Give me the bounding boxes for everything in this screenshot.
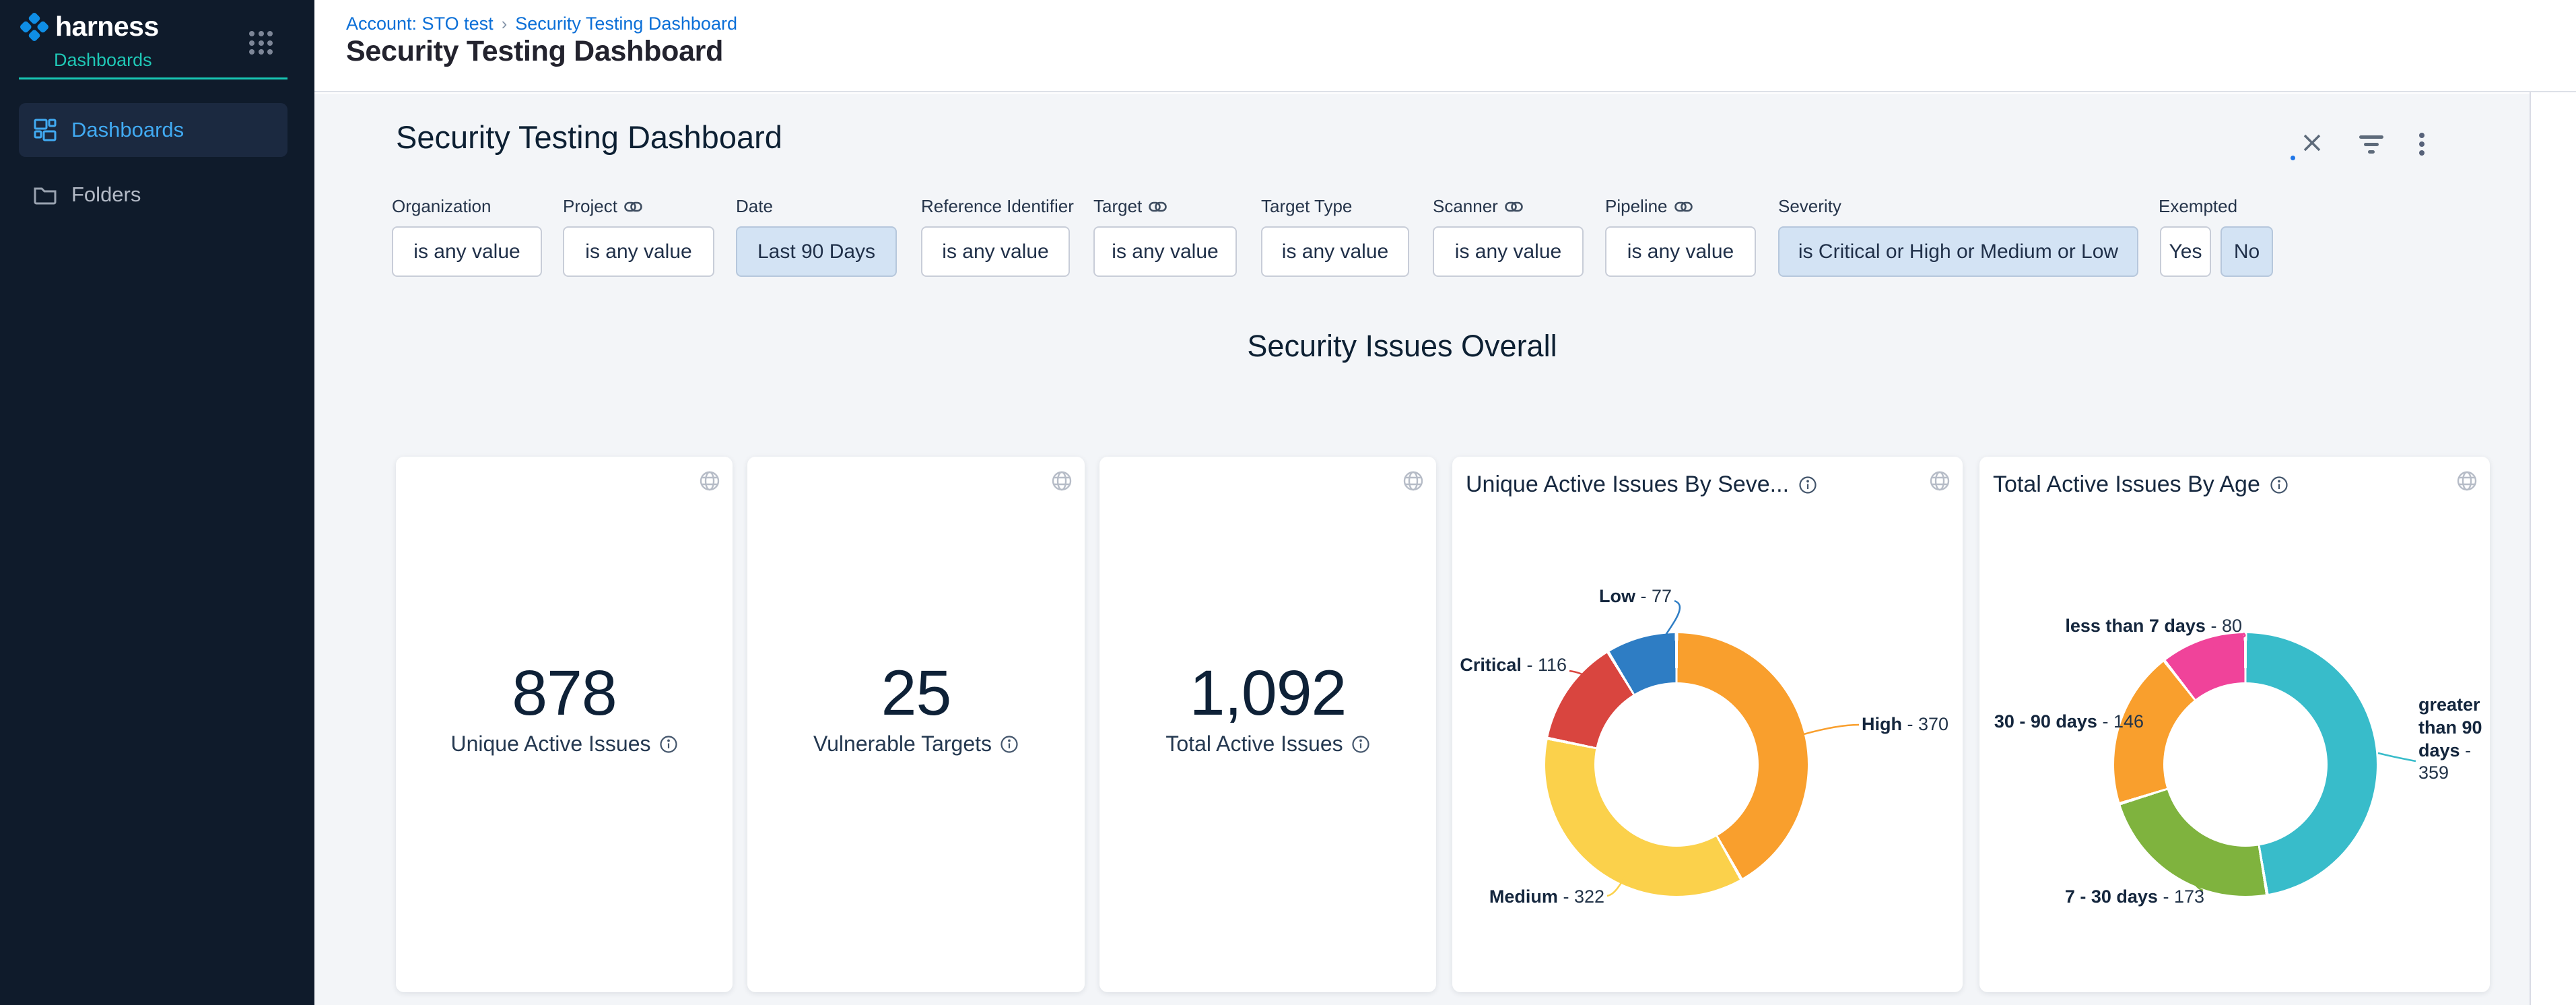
chart-title: Unique Active Issues By Seve... bbox=[1466, 472, 1817, 498]
right-gutter bbox=[2530, 0, 2576, 1005]
link-icon bbox=[1149, 201, 1167, 213]
callout-medium: Medium - 322 bbox=[1489, 886, 1604, 907]
globe-icon[interactable] bbox=[1051, 470, 1073, 495]
info-icon[interactable] bbox=[1000, 735, 1019, 754]
more-options-button[interactable] bbox=[2418, 133, 2425, 157]
stat-card-vulnerable-targets: 25 Vulnerable Targets bbox=[747, 457, 1085, 992]
filter-value-organization[interactable]: is any value bbox=[392, 226, 542, 277]
breadcrumb-chevron-icon: › bbox=[502, 13, 508, 34]
chart-title: Total Active Issues By Age bbox=[1993, 472, 2289, 498]
filter-value-target[interactable]: is any value bbox=[1093, 226, 1237, 277]
chart-card-issues-by-severity: Unique Active Issues By Seve... Low - 77… bbox=[1452, 457, 1963, 992]
stat-label: Vulnerable Targets bbox=[747, 732, 1085, 756]
filter-label-severity: Severity bbox=[1778, 196, 1841, 217]
stat-label: Total Active Issues bbox=[1099, 732, 1436, 756]
dashboard-title: Security Testing Dashboard bbox=[396, 119, 782, 156]
filter-value-scanner[interactable]: is any value bbox=[1433, 226, 1584, 277]
harness-logo-icon bbox=[19, 11, 50, 42]
module-grid-icon[interactable] bbox=[249, 31, 273, 55]
filter-value-reference-identifier[interactable]: is any value bbox=[921, 226, 1070, 277]
top-header: Account: STO test › Security Testing Das… bbox=[314, 0, 2576, 92]
filter-label-reference-identifier: Reference Identifier bbox=[921, 196, 1074, 217]
info-icon[interactable] bbox=[1351, 735, 1370, 754]
stat-card-unique-active-issues: 878 Unique Active Issues bbox=[396, 457, 733, 992]
filter-icon[interactable] bbox=[2359, 135, 2383, 154]
sidebar-item-dashboards[interactable]: Dashboards bbox=[19, 103, 287, 157]
exempted-yes-button[interactable]: Yes bbox=[2160, 226, 2211, 277]
filter-label-pipeline: Pipeline bbox=[1605, 196, 1693, 217]
breadcrumb-page-link[interactable]: Security Testing Dashboard bbox=[515, 13, 737, 34]
sidebar-accent-divider bbox=[19, 77, 287, 79]
stat-card-total-active-issues: 1,092 Total Active Issues bbox=[1099, 457, 1436, 992]
dashboards-icon bbox=[34, 119, 57, 141]
notification-dot bbox=[2291, 156, 2295, 160]
product-name: Dashboards bbox=[54, 50, 152, 71]
info-icon[interactable] bbox=[1798, 476, 1817, 494]
globe-icon[interactable] bbox=[2456, 470, 2478, 495]
sidebar: harness Dashboards Dashboards Folders bbox=[0, 0, 314, 1005]
dashboard-content: Security Testing Dashboard Organization … bbox=[314, 94, 2530, 1005]
callout-greater-than-90-days: greater than 90 days - 359 bbox=[2418, 694, 2494, 785]
harness-logo[interactable]: harness bbox=[19, 11, 159, 42]
stat-value: 25 bbox=[747, 657, 1085, 730]
exempted-no-button[interactable]: No bbox=[2221, 226, 2273, 277]
filter-label-target: Target bbox=[1093, 196, 1167, 217]
filter-label-date: Date bbox=[736, 196, 773, 217]
filter-label-target-type: Target Type bbox=[1261, 196, 1352, 217]
page-title: Security Testing Dashboard bbox=[346, 35, 723, 68]
callout-low: Low - 77 bbox=[1599, 586, 1672, 607]
folder-icon bbox=[34, 185, 57, 205]
stat-label: Unique Active Issues bbox=[396, 732, 733, 756]
link-icon bbox=[1505, 201, 1523, 213]
filter-label-organization: Organization bbox=[392, 196, 491, 217]
callout-7-30-days: 7 - 30 days - 173 bbox=[2065, 886, 2204, 907]
filter-value-pipeline[interactable]: is any value bbox=[1605, 226, 1756, 277]
filter-label-scanner: Scanner bbox=[1433, 196, 1523, 217]
stat-value: 878 bbox=[396, 657, 733, 730]
stat-value: 1,092 bbox=[1099, 657, 1436, 730]
section-title: Security Issues Overall bbox=[314, 329, 2490, 364]
brand-name: harness bbox=[55, 11, 159, 42]
breadcrumb: Account: STO test › Security Testing Das… bbox=[346, 13, 737, 34]
filter-label-project: Project bbox=[563, 196, 642, 217]
filter-label-exempted: Exempted bbox=[2159, 196, 2237, 217]
callout-critical: Critical - 116 bbox=[1460, 655, 1567, 676]
callout-high: High - 370 bbox=[1862, 714, 1948, 735]
filter-value-severity[interactable]: is Critical or High or Medium or Low bbox=[1778, 226, 2138, 277]
chart-card-issues-by-age: Total Active Issues By Age less than 7 d… bbox=[1979, 457, 2490, 992]
globe-icon[interactable] bbox=[699, 470, 720, 495]
filter-value-target-type[interactable]: is any value bbox=[1261, 226, 1409, 277]
info-icon[interactable] bbox=[659, 735, 678, 754]
donut-chart-severity[interactable] bbox=[1545, 633, 1808, 896]
info-icon[interactable] bbox=[2270, 476, 2289, 494]
callout-less-than-7-days: less than 7 days - 80 bbox=[2065, 616, 2242, 637]
filter-value-project[interactable]: is any value bbox=[563, 226, 714, 277]
globe-icon[interactable] bbox=[1929, 470, 1951, 495]
breadcrumb-account-link[interactable]: Account: STO test bbox=[346, 13, 494, 34]
sidebar-item-label: Folders bbox=[71, 183, 141, 207]
close-filters-button[interactable] bbox=[2301, 132, 2326, 156]
link-icon bbox=[624, 201, 642, 213]
filter-value-date[interactable]: Last 90 Days bbox=[736, 226, 897, 277]
sidebar-item-label: Dashboards bbox=[71, 118, 184, 142]
globe-icon[interactable] bbox=[1402, 470, 1424, 495]
callout-30-90-days: 30 - 90 days - 146 bbox=[1994, 711, 2144, 732]
harness-dashboard-app: harness Dashboards Dashboards Folders bbox=[0, 0, 2576, 1005]
link-icon bbox=[1674, 201, 1693, 213]
donut-chart-age[interactable] bbox=[2114, 633, 2377, 896]
sidebar-item-folders[interactable]: Folders bbox=[19, 168, 287, 222]
